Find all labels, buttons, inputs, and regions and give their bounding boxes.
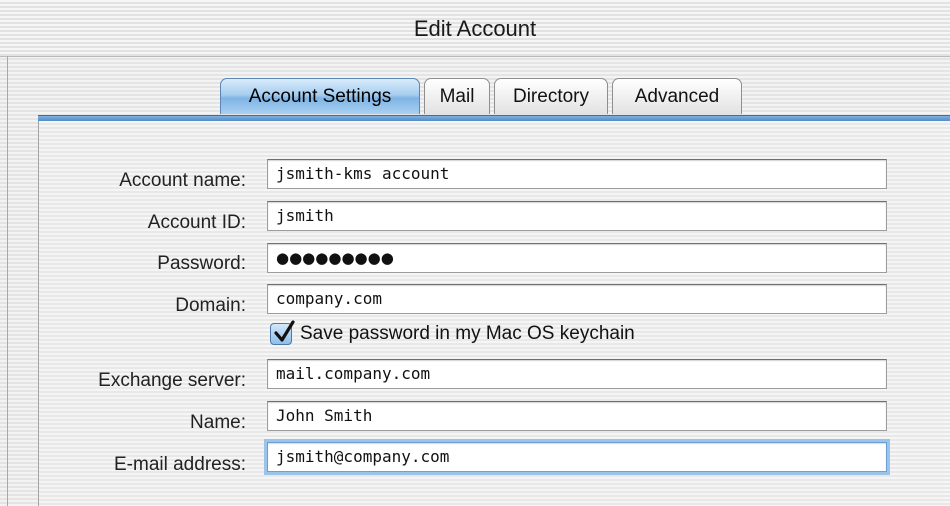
window-title: Edit Account (413, 16, 537, 41)
account-id-field[interactable]: jsmith (267, 201, 887, 231)
domain-label: Domain: (175, 295, 246, 316)
name-label: Name: (190, 412, 246, 433)
save-keychain-label[interactable]: Save password in my Mac OS keychain (300, 323, 635, 345)
tab-directory[interactable]: Directory (494, 78, 608, 114)
window-left-edge (7, 56, 8, 506)
tab-account-settings[interactable]: Account Settings (220, 78, 420, 114)
edit-account-window: Edit Account Account Settings Mail Direc… (0, 0, 950, 506)
save-keychain-row[interactable]: Save password in my Mac OS keychain (270, 319, 635, 349)
tab-strip: Account Settings Mail Directory Advanced (220, 78, 746, 116)
title-bar[interactable]: Edit Account (0, 0, 950, 57)
exchange-server-field[interactable]: mail.company.com (267, 359, 887, 389)
exchange-server-label: Exchange server: (98, 370, 246, 391)
tab-mail[interactable]: Mail (424, 78, 490, 114)
tab-advanced[interactable]: Advanced (612, 78, 742, 114)
account-name-field[interactable]: jsmith-kms account (267, 159, 887, 189)
password-label: Password: (157, 253, 246, 274)
account-id-label: Account ID: (147, 212, 246, 233)
password-field[interactable]: ●●●●●●●●● (267, 243, 887, 273)
save-keychain-checkbox[interactable] (270, 320, 295, 345)
name-field[interactable]: John Smith (267, 401, 887, 431)
domain-field[interactable]: company.com (267, 284, 887, 314)
checkmark-icon (274, 320, 295, 342)
email-label: E-mail address: (114, 454, 246, 475)
email-field[interactable]: jsmith@company.com (267, 442, 887, 472)
account-name-label: Account name: (119, 170, 246, 191)
